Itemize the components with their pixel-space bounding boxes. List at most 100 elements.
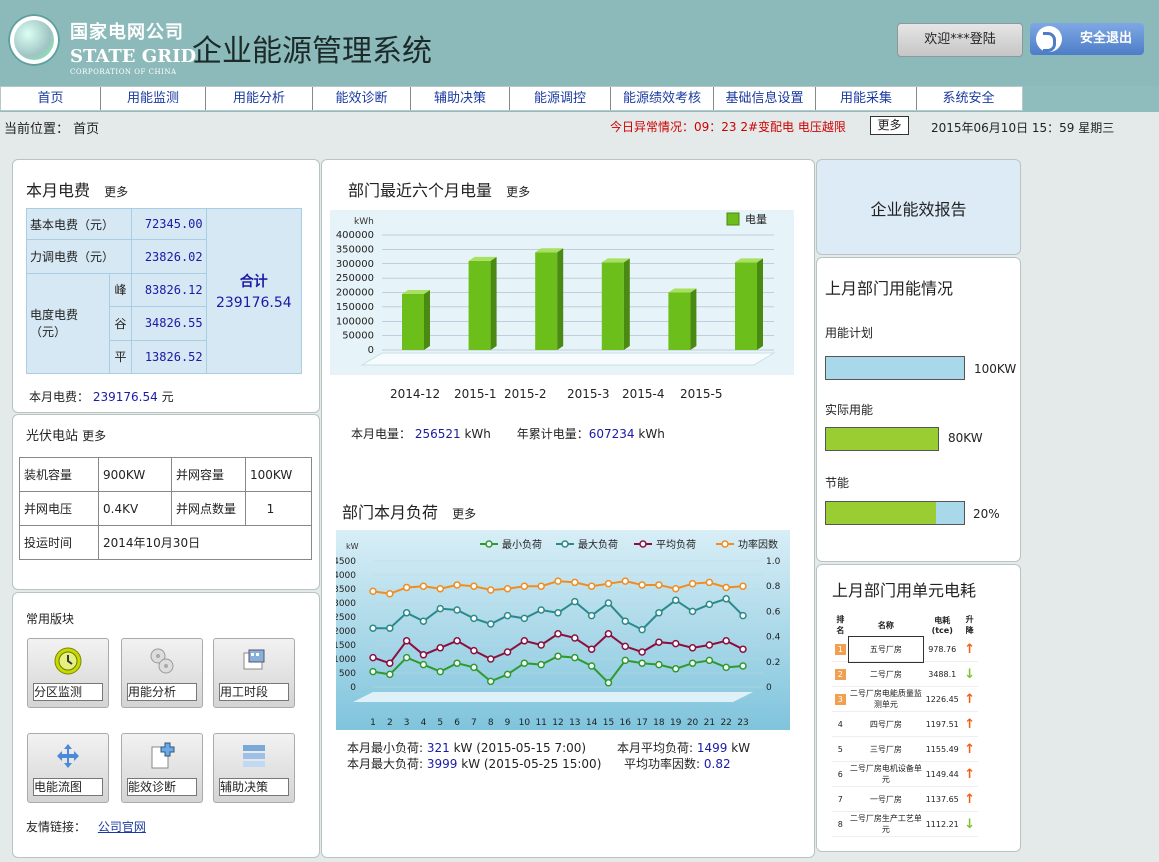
line-point-平均负荷	[503, 648, 512, 656]
line-chart-ytick-left: 4000	[336, 571, 356, 581]
trend-header: 升降	[965, 615, 974, 635]
line-point-平均负荷	[419, 651, 428, 659]
bill-flat-value: 13826.52	[130, 339, 207, 375]
alert-more-button[interactable]: 更多	[870, 116, 909, 135]
unit-rank-value: 1112.21	[923, 811, 962, 837]
line-chart-ytick-left: 1500	[336, 641, 356, 651]
line-point-最大负荷	[638, 625, 646, 634]
line-point-最小负荷	[369, 667, 377, 676]
line-chart-xtick: 2	[387, 718, 393, 728]
unit-rank-number: 8	[832, 811, 849, 837]
bar-chart-xtick: 2015-1	[454, 387, 497, 401]
nav-item-diagnosis[interactable]: 能效诊断	[313, 87, 411, 110]
line-point-功率因数	[554, 577, 562, 585]
line-chart-ytick-left: 3000	[336, 599, 356, 609]
pv-title-row: 光伏电站 更多	[26, 425, 106, 444]
load-min-row: 本月最小负荷: 321 kW (2015-05-15 7:00)	[347, 740, 601, 756]
unit-rank-row: 6 二号厂房电机设备单元 1149.44 ↑	[832, 761, 978, 787]
datetime: 2015年06月10日 15：59 星期三	[931, 121, 1115, 135]
module-energy-flow[interactable]: 电能流图	[27, 733, 109, 803]
pv-more-link[interactable]: 更多	[82, 429, 106, 443]
line-chart-xtick: 16	[620, 718, 632, 728]
module-zone-monitor[interactable]: 分区监测	[27, 638, 109, 708]
line-point-功率因数	[705, 578, 714, 587]
company-site-link[interactable]: 公司官网	[98, 820, 146, 834]
load-min-label: 本月最小负荷:	[347, 741, 424, 755]
unit-rank-name: 五号厂房	[847, 636, 925, 663]
line-chart-xtick: 21	[704, 718, 715, 728]
line-point-平均负荷	[587, 645, 596, 653]
module-efficiency-diagnosis[interactable]: 能效诊断	[121, 733, 203, 803]
bill-footer-value: 239176.54	[92, 390, 158, 404]
line-point-最小负荷	[621, 656, 630, 665]
nav-item-performance[interactable]: 能源绩效考核	[611, 87, 714, 110]
line-point-功率因数	[604, 579, 613, 588]
line-point-最大负荷	[722, 595, 730, 603]
energy-month-value: 256521	[414, 427, 461, 441]
breadcrumb: 当前位置： 首页	[4, 118, 99, 137]
load-more-link[interactable]: 更多	[452, 507, 476, 521]
nav-item-analysis[interactable]: 用能分析	[206, 87, 313, 110]
energy-bar	[601, 262, 624, 350]
line-point-最小负荷	[419, 660, 428, 669]
load-min-rest: kW (2015-05-15 7:00)	[453, 741, 587, 755]
line-point-最大负荷	[520, 614, 529, 623]
nav-item-basic-info[interactable]: 基础信息设置	[714, 87, 816, 110]
report-panel[interactable]: 企业能效报告	[816, 159, 1021, 255]
module-decision-support[interactable]: 辅助决策	[213, 733, 295, 803]
usage-actual-value: 80KW	[948, 431, 983, 445]
welcome-button[interactable]: 欢迎***登陆	[897, 23, 1023, 57]
gears-icon	[150, 648, 174, 674]
bill-total-cell: 合计 239176.54	[205, 208, 303, 374]
line-chart-xtick: 5	[437, 718, 443, 728]
energy-bar-side	[490, 256, 497, 350]
trend-up-icon: ↑	[961, 736, 978, 762]
load-stats: 本月最小负荷: 321 kW (2015-05-15 7:00) 本月最大负荷:…	[347, 740, 601, 772]
brand-en-sub: CORPORATION OF CHINA	[70, 68, 177, 76]
nav-item-control[interactable]: 能源调控	[510, 87, 611, 110]
main-nav: 首页 用能监测 用能分析 能效诊断 辅助决策 能源调控 能源绩效考核 基础信息设…	[0, 86, 1023, 111]
line-point-最大负荷	[571, 597, 579, 606]
friend-links-label: 友情链接：	[26, 820, 87, 834]
bill-title-row: 本月电费 更多	[26, 177, 128, 201]
logout-button[interactable]: 安全退出	[1030, 23, 1144, 55]
module-work-period[interactable]: 用工时段	[213, 638, 295, 708]
nav-item-decision[interactable]: 辅助决策	[411, 87, 510, 110]
line-chart-xtick: 8	[488, 718, 494, 728]
line-point-最大负荷	[655, 609, 663, 617]
nav-item-collection[interactable]: 用能采集	[816, 87, 917, 110]
energy-more-link[interactable]: 更多	[506, 185, 530, 199]
pv-title: 光伏电站	[26, 429, 79, 444]
usage-actual-bar	[825, 427, 939, 451]
line-point-最小负荷	[436, 667, 445, 676]
module-energy-analysis[interactable]: 用能分析	[121, 638, 203, 708]
bill-more-link[interactable]: 更多	[104, 185, 128, 199]
nav-item-monitor[interactable]: 用能监测	[101, 87, 206, 110]
unit-rank-value: 1137.65	[923, 786, 962, 812]
line-point-平均负荷	[671, 639, 680, 648]
unit-rank-number: 5	[832, 736, 849, 762]
brand-cn: 国家电网公司	[70, 22, 184, 43]
line-point-最小负荷	[587, 662, 596, 670]
line-point-最大负荷	[705, 600, 714, 609]
unit-rank-number: 1	[832, 637, 849, 662]
pv-cap-label: 装机容量	[19, 457, 99, 492]
line-chart-ytick-left: 0	[350, 683, 356, 693]
line-point-最小负荷	[604, 679, 613, 687]
line-chart-ylabel: kW	[346, 542, 359, 551]
unit-rank-number: 6	[832, 761, 849, 787]
line-point-平均负荷	[705, 641, 714, 649]
line-legend-label: 最大负荷	[578, 538, 618, 551]
trend-down-icon: ↓	[961, 661, 978, 687]
line-point-最大负荷	[587, 611, 596, 620]
line-point-功率因数	[688, 579, 697, 588]
alert-text: 今日异常情况：09：23 2#变配电 电压越限	[610, 120, 846, 134]
nav-item-home[interactable]: 首页	[1, 87, 101, 110]
unit-rank-row: 3 二号厂房电能质量监测单元 1226.45 ↑	[832, 686, 978, 712]
line-point-最小负荷	[554, 652, 562, 660]
bill-valley-label: 谷	[109, 306, 132, 341]
energy-bar	[535, 252, 558, 350]
line-point-最大负荷	[419, 617, 428, 625]
line-point-功率因数	[486, 586, 495, 594]
nav-item-security[interactable]: 系统安全	[917, 87, 1020, 110]
